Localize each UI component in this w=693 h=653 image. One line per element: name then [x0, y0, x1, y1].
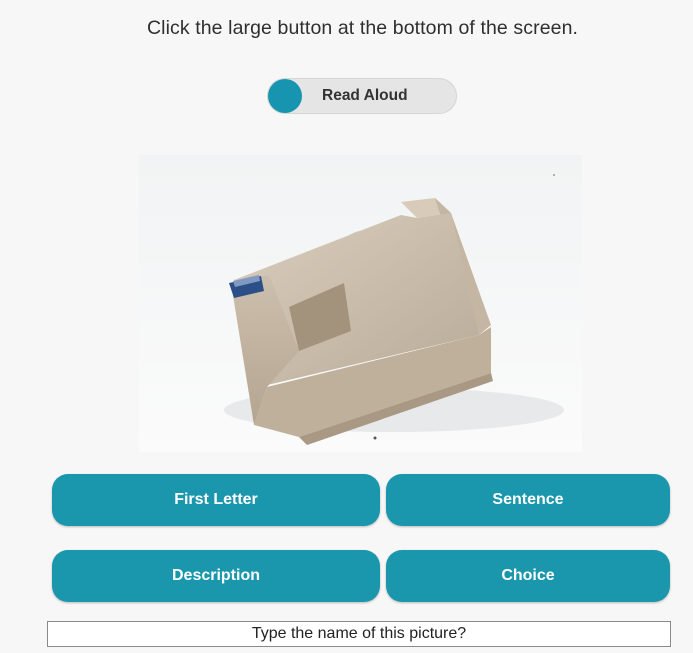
first-letter-button[interactable]: First Letter — [52, 474, 380, 526]
toggle-knob — [268, 79, 302, 113]
description-button[interactable]: Description — [52, 550, 380, 602]
choice-button[interactable]: Choice — [386, 550, 670, 602]
tape-dispenser-picture — [139, 155, 582, 452]
read-aloud-label: Read Aloud — [322, 87, 408, 104]
read-aloud-toggle[interactable]: Read Aloud — [267, 78, 457, 114]
answer-prompt-box[interactable]: Type the name of this picture? — [47, 621, 671, 647]
instruction-text: Click the large button at the bottom of … — [146, 17, 579, 39]
sentence-button[interactable]: Sentence — [386, 474, 670, 526]
